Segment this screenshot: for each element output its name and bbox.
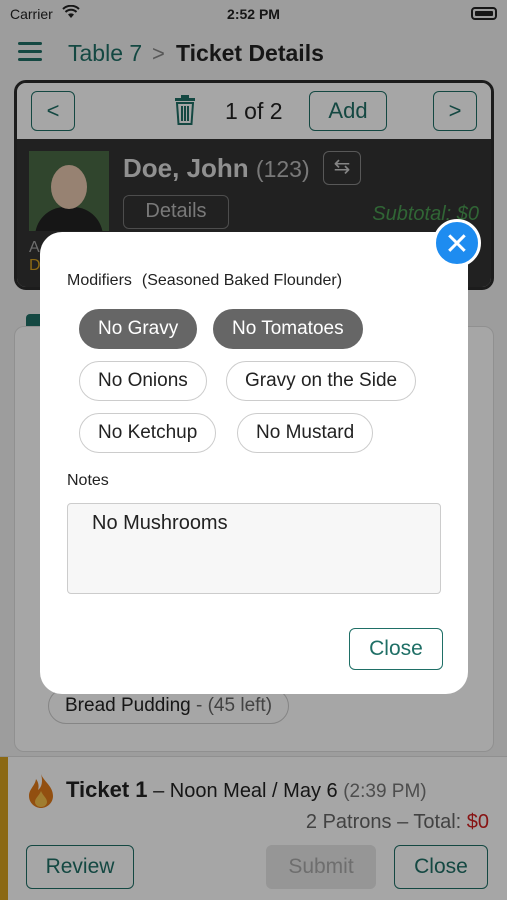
modifiers-dialog: Modifiers (Seasoned Baked Flounder) No Gr… [40, 232, 468, 694]
modifier-chip[interactable]: No Mustard [237, 413, 374, 453]
modifier-chip[interactable]: Gravy on the Side [226, 361, 417, 401]
modifier-chip[interactable]: No Tomatoes [213, 309, 363, 349]
notes-label: Notes [67, 472, 109, 489]
modifier-chip[interactable]: No Gravy [79, 309, 198, 349]
notes-field[interactable]: No Mushrooms [67, 503, 441, 594]
close-icon[interactable]: ✕ [433, 219, 481, 267]
modifier-chip[interactable]: No Ketchup [79, 413, 217, 453]
modifier-chip[interactable]: No Onions [79, 361, 207, 401]
close-dialog-button[interactable]: Close [349, 628, 443, 670]
modifiers-heading: Modifiers (Seasoned Baked Flounder) [67, 272, 342, 290]
modifiers-label: Modifiers [67, 272, 132, 289]
modifiers-item-name: (Seasoned Baked Flounder) [141, 272, 343, 289]
